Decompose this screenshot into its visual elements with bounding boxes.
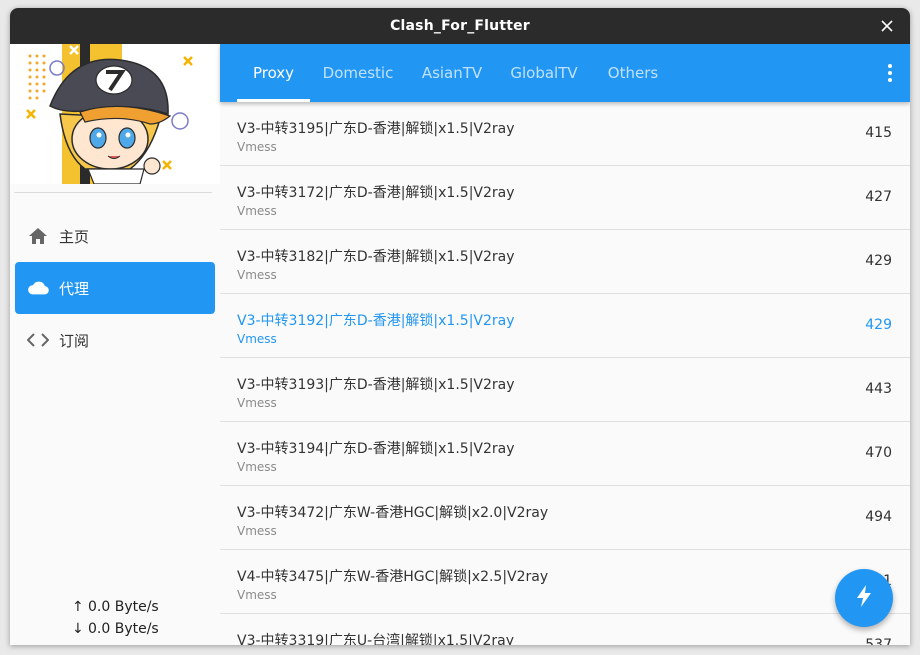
arrow-down-icon: ↓ bbox=[72, 621, 84, 637]
proxy-name: V3-中转3195|广东D-香港|解锁|x1.5|V2ray bbox=[237, 121, 515, 137]
close-icon[interactable] bbox=[878, 17, 896, 35]
proxy-type: Vmess bbox=[237, 204, 277, 218]
home-icon bbox=[27, 225, 49, 247]
code-icon bbox=[27, 329, 49, 351]
tab-indicator bbox=[237, 99, 310, 102]
proxy-latency: 443 bbox=[865, 381, 892, 397]
avatar bbox=[10, 44, 220, 184]
proxy-row[interactable]: V3-中转3319|广东U-台湾|解锁|x1.5|V2ray Vmess 537 bbox=[220, 614, 910, 645]
sidebar-divider bbox=[14, 192, 212, 193]
proxy-name: V3-中转3194|广东D-香港|解锁|x1.5|V2ray bbox=[237, 441, 515, 457]
proxy-row[interactable]: V3-中转3194|广东D-香港|解锁|x1.5|V2ray Vmess 470 bbox=[220, 422, 910, 486]
proxy-row[interactable]: V3-中转3195|广东D-香港|解锁|x1.5|V2ray Vmess 415 bbox=[220, 102, 910, 166]
proxy-row[interactable]: V3-中转3172|广东D-香港|解锁|x1.5|V2ray Vmess 427 bbox=[220, 166, 910, 230]
bolt-icon bbox=[856, 585, 872, 611]
proxy-row[interactable]: V3-中转3193|广东D-香港|解锁|x1.5|V2ray Vmess 443 bbox=[220, 358, 910, 422]
proxy-row[interactable]: V3-中转3472|广东W-香港HGC|解锁|x2.0|V2ray Vmess … bbox=[220, 486, 910, 550]
sidebar-item-label: 主页 bbox=[59, 227, 90, 246]
proxy-row-selected[interactable]: V3-中转3192|广东D-香港|解锁|x1.5|V2ray Vmess 429 bbox=[220, 294, 910, 358]
tab-bar: Proxy Domestic AsianTV GlobalTV Others bbox=[220, 44, 910, 102]
sidebar-item-label: 代理 bbox=[59, 279, 90, 298]
proxy-name: V4-中转3475|广东W-香港HGC|解锁|x2.5|V2ray bbox=[237, 569, 549, 585]
cloud-icon bbox=[27, 277, 49, 299]
more-options-icon[interactable] bbox=[878, 61, 902, 85]
proxy-name: V3-中转3182|广东D-香港|解锁|x1.5|V2ray bbox=[237, 249, 515, 265]
sidebar-item-home[interactable]: 主页 bbox=[15, 210, 215, 262]
proxy-name: V3-中转3172|广东D-香港|解锁|x1.5|V2ray bbox=[237, 185, 515, 201]
proxy-latency: 429 bbox=[865, 317, 892, 333]
proxy-latency: 494 bbox=[865, 509, 892, 525]
proxy-latency: 429 bbox=[865, 253, 892, 269]
proxy-type: Vmess bbox=[237, 524, 277, 538]
sidebar: 主页 代理 订阅 ↑ 0.0 Byte/s ↓ 0.0 Byte/s bbox=[10, 44, 220, 645]
speed-test-button[interactable] bbox=[835, 569, 893, 627]
proxy-latency: 415 bbox=[865, 125, 892, 141]
proxy-type: Vmess bbox=[237, 140, 277, 154]
sidebar-item-proxy[interactable]: 代理 bbox=[15, 262, 215, 314]
tab-proxy[interactable]: Proxy bbox=[237, 44, 310, 102]
proxy-row[interactable]: V3-中转3182|广东D-香港|解锁|x1.5|V2ray Vmess 429 bbox=[220, 230, 910, 294]
proxy-latency: 470 bbox=[865, 445, 892, 461]
proxy-type: Vmess bbox=[237, 396, 277, 410]
upload-speed-value: 0.0 Byte/s bbox=[88, 599, 159, 615]
window-title: Clash_For_Flutter bbox=[390, 18, 530, 34]
title-bar: Clash_For_Flutter bbox=[10, 8, 910, 44]
proxy-name: V3-中转3193|广东D-香港|解锁|x1.5|V2ray bbox=[237, 377, 515, 393]
upload-speed: ↑ 0.0 Byte/s bbox=[72, 599, 159, 615]
proxy-name: V3-中转3472|广东W-香港HGC|解锁|x2.0|V2ray bbox=[237, 505, 549, 521]
arrow-up-icon: ↑ bbox=[72, 599, 84, 615]
sidebar-item-subscription[interactable]: 订阅 bbox=[15, 314, 215, 366]
tab-asiantv[interactable]: AsianTV bbox=[416, 44, 488, 102]
tab-globaltv[interactable]: GlobalTV bbox=[506, 44, 582, 102]
proxy-type: Vmess bbox=[237, 268, 277, 282]
proxy-name: V3-中转3319|广东U-台湾|解锁|x1.5|V2ray bbox=[237, 633, 514, 645]
tab-others[interactable]: Others bbox=[602, 44, 664, 102]
proxy-row[interactable]: V4-中转3475|广东W-香港HGC|解锁|x2.5|V2ray Vmess … bbox=[220, 550, 910, 614]
download-speed: ↓ 0.0 Byte/s bbox=[72, 621, 159, 637]
proxy-list: V3-中转3195|广东D-香港|解锁|x1.5|V2ray Vmess 415… bbox=[220, 102, 910, 645]
proxy-type: Vmess bbox=[237, 460, 277, 474]
proxy-latency: 427 bbox=[865, 189, 892, 205]
sidebar-item-label: 订阅 bbox=[59, 331, 90, 350]
proxy-latency: 537 bbox=[865, 637, 892, 645]
tab-domestic[interactable]: Domestic bbox=[318, 44, 398, 102]
app-window: Clash_For_Flutter 主页 代理 订阅 ↑ 0.0 Byte/s … bbox=[10, 8, 910, 645]
download-speed-value: 0.0 Byte/s bbox=[88, 621, 159, 637]
proxy-name: V3-中转3192|广东D-香港|解锁|x1.5|V2ray bbox=[237, 313, 515, 329]
proxy-type: Vmess bbox=[237, 588, 277, 602]
proxy-type: Vmess bbox=[237, 332, 277, 346]
